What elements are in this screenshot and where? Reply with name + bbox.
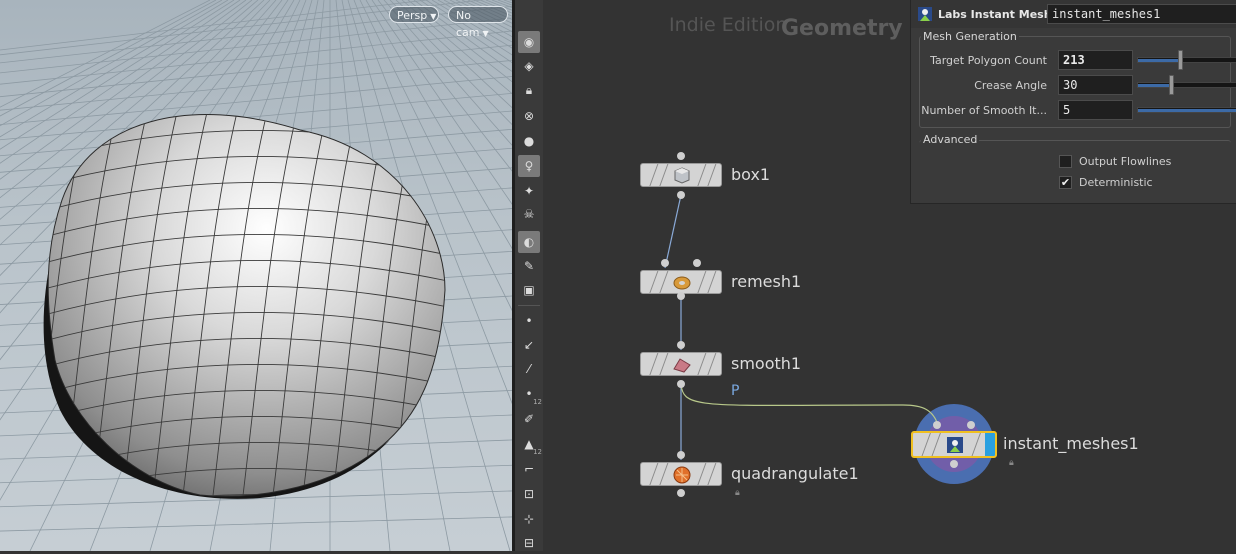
node-quadrangulate1[interactable] xyxy=(640,462,722,486)
deterministic-label: Deterministic xyxy=(1079,176,1153,189)
param-label-crease-angle: Crease Angle xyxy=(974,79,1047,92)
wire-attribute-label: P xyxy=(731,383,740,399)
grid-line xyxy=(0,516,512,532)
smooth-iterations-slider[interactable] xyxy=(1137,107,1236,113)
display-geometry-icon[interactable]: ◈ xyxy=(518,55,540,77)
box-icon xyxy=(674,167,690,184)
node-output-port[interactable] xyxy=(677,191,685,199)
display-flag[interactable] xyxy=(985,433,995,456)
folder-title-mesh-generation: Mesh Generation xyxy=(921,30,1019,43)
edition-watermark: Indie Edition xyxy=(669,14,788,36)
point-number-badge: 12 xyxy=(533,398,542,406)
node-name-field[interactable]: instant_meshes1 xyxy=(1047,4,1236,24)
node-label-box1: box1 xyxy=(731,165,771,184)
point-number-icon[interactable]: • 12 xyxy=(518,383,542,406)
view-menu-label: Persp xyxy=(397,9,428,22)
shading-sphere-icon[interactable]: ● xyxy=(518,130,540,152)
lock-icon[interactable]: 🔒︎ xyxy=(735,488,744,498)
visibility-eye-icon[interactable]: ◉ xyxy=(518,31,540,53)
node-remesh1[interactable] xyxy=(640,270,722,294)
node-smooth1[interactable] xyxy=(640,352,722,376)
point-icon[interactable]: • xyxy=(518,310,540,332)
grid-line xyxy=(497,0,512,6)
node-input-port[interactable] xyxy=(967,421,975,429)
node-box1[interactable] xyxy=(640,163,722,187)
grid-line xyxy=(461,0,512,24)
node-input-port[interactable] xyxy=(677,152,685,160)
lock-icon[interactable]: 🔒︎ xyxy=(1009,458,1018,468)
target-polygon-count-slider[interactable] xyxy=(1137,50,1236,70)
display-toolbar: ◉ ◈ 🔒︎ ⊗ ● ♀ ✦ ☠ ◐ ✎ ▣ • ↙ ⁄ • 12 ✐ ▲ 12 ⌐… xyxy=(515,0,544,551)
brush-icon[interactable]: ✐ xyxy=(518,408,540,430)
scene-viewport[interactable]: Persp ▼ No cam ▼ xyxy=(0,0,512,551)
param-label-target-polygon-count: Target Polygon Count xyxy=(930,54,1047,67)
parameter-header: Labs Instant Meshes instant_meshes1 xyxy=(911,0,1236,28)
node-label-remesh1: remesh1 xyxy=(731,272,802,291)
smooth-iterations-field[interactable]: 5 xyxy=(1058,100,1133,120)
node-input-port[interactable] xyxy=(933,421,941,429)
grid-line xyxy=(503,0,512,4)
ghost-icon[interactable]: ⊗ xyxy=(518,105,540,127)
node-output-port[interactable] xyxy=(677,292,685,300)
node-input-port[interactable] xyxy=(677,451,685,459)
folder-advanced xyxy=(919,140,1231,198)
camera-menu-button[interactable]: No cam ▼ xyxy=(448,6,508,39)
primitive-number-badge: 12 xyxy=(533,448,542,456)
node-input-port[interactable] xyxy=(677,341,685,349)
slider-handle[interactable] xyxy=(1178,50,1183,70)
camera-icon[interactable]: ▣ xyxy=(518,279,540,301)
transform-icon[interactable]: ⊡ xyxy=(518,483,540,505)
headlight-icon[interactable]: ✦ xyxy=(518,180,540,202)
node-instant-meshes1[interactable] xyxy=(911,431,997,458)
chevron-down-icon: ▼ xyxy=(430,12,437,21)
node-output-port[interactable] xyxy=(950,460,958,468)
guide-icon[interactable]: ⌐ xyxy=(518,458,540,480)
node-label-instant-meshes1: instant_meshes1 xyxy=(1003,434,1139,453)
output-flowlines-label: Output Flowlines xyxy=(1079,155,1172,168)
remesh-icon xyxy=(673,276,691,290)
node-output-port[interactable] xyxy=(677,489,685,497)
wire-smooth-instant-meshes xyxy=(680,383,939,426)
node-input-port[interactable] xyxy=(661,259,669,267)
normal-icon[interactable]: ↙ xyxy=(518,334,540,356)
slider-handle[interactable] xyxy=(1169,75,1174,95)
snapshot-icon[interactable]: ✎ xyxy=(518,255,540,277)
node-input-port[interactable] xyxy=(693,259,701,267)
snap-icon[interactable]: ⊹ xyxy=(518,508,540,530)
smooth-icon xyxy=(673,358,691,373)
instant-meshes-icon xyxy=(947,437,963,453)
light-bulb-icon[interactable]: ♀ xyxy=(518,155,540,177)
parameter-panel: Labs Instant Meshes instant_meshes1 Mesh… xyxy=(910,0,1236,204)
node-label-smooth1: smooth1 xyxy=(731,354,802,373)
labs-node-type-icon[interactable] xyxy=(917,6,933,22)
crease-angle-field[interactable]: 30 xyxy=(1058,75,1133,95)
target-polygon-count-field[interactable]: 213 xyxy=(1058,50,1133,70)
view-menu-button[interactable]: Persp ▼ xyxy=(389,6,439,23)
wire-box-remesh xyxy=(664,194,682,269)
primitive-number-icon[interactable]: ▲ 12 xyxy=(518,433,542,456)
folder-title-advanced: Advanced xyxy=(921,133,980,146)
vector-icon[interactable]: ⁄ xyxy=(518,358,540,380)
toolbar-divider xyxy=(518,305,540,306)
viewport-canvas xyxy=(0,0,512,551)
crease-angle-slider[interactable] xyxy=(1137,75,1236,95)
texture-icon[interactable]: ◐ xyxy=(518,231,540,253)
skeleton-icon[interactable]: ☠ xyxy=(518,203,540,225)
chevron-down-icon: ▼ xyxy=(482,29,489,38)
node-output-port[interactable] xyxy=(677,380,685,388)
quadrangulate-icon xyxy=(673,466,691,484)
node-label-quadrangulate1: quadrangulate1 xyxy=(731,464,859,483)
context-watermark: Geometry xyxy=(781,16,903,41)
lock-icon[interactable]: 🔒︎ xyxy=(518,79,540,101)
output-flowlines-checkbox[interactable] xyxy=(1059,155,1072,168)
deterministic-checkbox[interactable]: ✔ xyxy=(1059,176,1072,189)
param-label-smooth-iterations: Number of Smooth It... xyxy=(921,104,1047,117)
